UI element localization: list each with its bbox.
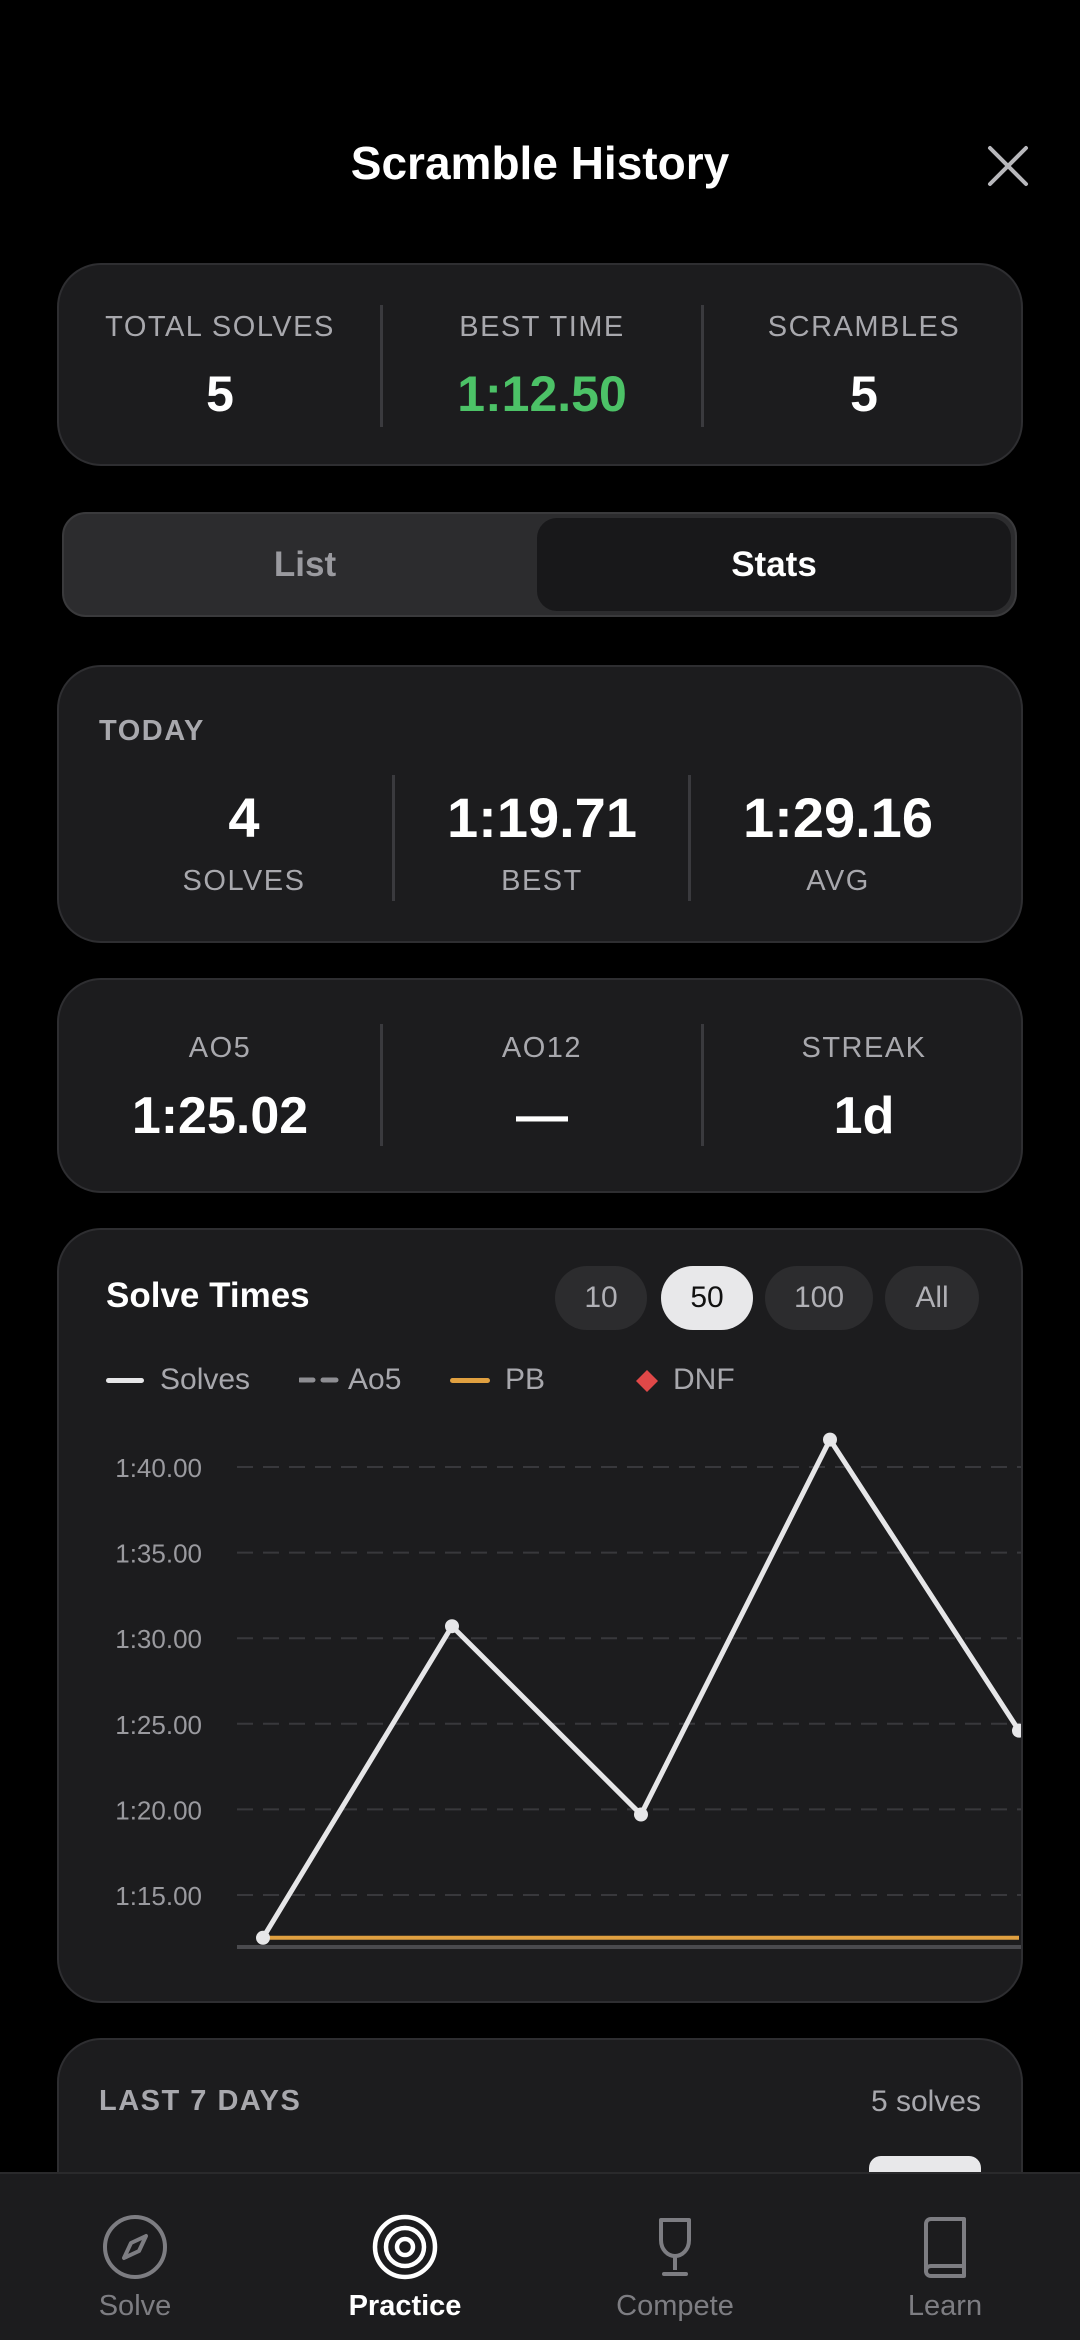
stats-tab[interactable]: Stats xyxy=(537,518,1011,611)
bottom-tab-bar: Solve Practice Compete Learn xyxy=(0,2172,1080,2340)
y-tick-label: 1:15.00 xyxy=(115,1881,202,1911)
tab-label: Solve xyxy=(98,2290,172,2322)
solve-count: 5 solves xyxy=(870,2085,981,2118)
total-solves-stat: TOTAL SOLVES 5 xyxy=(59,265,381,464)
stat-value: 1d xyxy=(833,1087,895,1145)
divider xyxy=(688,775,691,901)
trophy-icon xyxy=(659,2218,691,2276)
today-solves: 4 SOLVES xyxy=(99,667,389,941)
y-tick-label: 1:35.00 xyxy=(115,1539,202,1569)
section-title: LAST 7 DAYS xyxy=(99,2085,302,2117)
stat-label: AO12 xyxy=(501,1032,583,1064)
tab-label: Compete xyxy=(616,2290,734,2322)
tab-solve[interactable]: Solve xyxy=(0,2174,270,2340)
header: Scramble History xyxy=(0,130,1080,200)
stat-label: AO5 xyxy=(188,1032,252,1064)
streak-stat: STREAK 1d xyxy=(703,980,1025,1191)
page-title: Scramble History xyxy=(350,137,730,189)
solve-point xyxy=(634,1807,648,1822)
today-best: 1:19.71 BEST xyxy=(397,667,687,941)
today-label: AVG xyxy=(806,865,870,897)
best-time-stat: BEST TIME 1:12.50 xyxy=(381,265,703,464)
stat-value: 5 xyxy=(206,366,234,422)
book-icon xyxy=(924,2217,966,2278)
y-tick-label: 1:40.00 xyxy=(115,1453,202,1483)
solve-times-plot: 1:40.00 1:35.00 1:30.00 1:25.00 1:20.00 1:15.… xyxy=(115,1432,1021,1949)
solve-times-card: Solve Times 10 50 100 All Solves Ao5 PB … xyxy=(57,1228,1023,2003)
ao12-stat: AO12 — xyxy=(381,980,703,1191)
tab-compete[interactable]: Compete xyxy=(540,2174,810,2340)
scrambles-stat: SCRAMBLES 5 xyxy=(703,265,1025,464)
today-card: TODAY 4 SOLVES 1:19.71 BEST 1:29.16 AVG xyxy=(57,665,1023,943)
summary-card: TOTAL SOLVES 5 BEST TIME 1:12.50 SCRAMBL… xyxy=(57,263,1023,466)
stat-label: TOTAL SOLVES xyxy=(105,311,335,343)
y-tick-label: 1:20.00 xyxy=(115,1795,202,1825)
stat-label: BEST TIME xyxy=(459,311,625,343)
stat-value: 5 xyxy=(850,366,878,422)
target-icon xyxy=(372,2214,438,2280)
list-tab[interactable]: List xyxy=(68,518,542,611)
solve-point xyxy=(445,1619,459,1634)
stat-value: 1:12.50 xyxy=(457,366,627,422)
stat-label: STREAK xyxy=(801,1032,927,1064)
today-avg: 1:29.16 AVG xyxy=(693,667,983,941)
today-value: 1:19.71 xyxy=(447,786,637,849)
today-label: SOLVES xyxy=(182,865,306,897)
tab-label: Practice xyxy=(348,2290,462,2322)
tab-label: Learn xyxy=(907,2290,983,2322)
stat-value: — xyxy=(516,1087,568,1145)
stat-label: SCRAMBLES xyxy=(767,311,961,343)
compass-icon xyxy=(103,2215,167,2279)
averages-card: AO5 1:25.02 AO12 — STREAK 1d xyxy=(57,978,1023,1193)
solve-point xyxy=(256,1930,270,1945)
ao5-stat: AO5 1:25.02 xyxy=(59,980,381,1191)
solves-line xyxy=(260,1437,1021,1941)
view-toggle: List Stats xyxy=(62,512,1017,617)
divider xyxy=(392,775,395,901)
solve-point xyxy=(823,1432,837,1447)
y-tick-label: 1:25.00 xyxy=(115,1710,202,1740)
close-icon[interactable] xyxy=(982,140,1034,192)
tab-learn[interactable]: Learn xyxy=(810,2174,1080,2340)
y-tick-label: 1:30.00 xyxy=(115,1624,202,1654)
stat-value: 1:25.02 xyxy=(131,1087,309,1145)
today-value: 1:29.16 xyxy=(743,786,933,849)
today-label: BEST xyxy=(501,865,583,897)
tab-practice[interactable]: Practice xyxy=(270,2174,540,2340)
today-value: 4 xyxy=(228,786,260,849)
